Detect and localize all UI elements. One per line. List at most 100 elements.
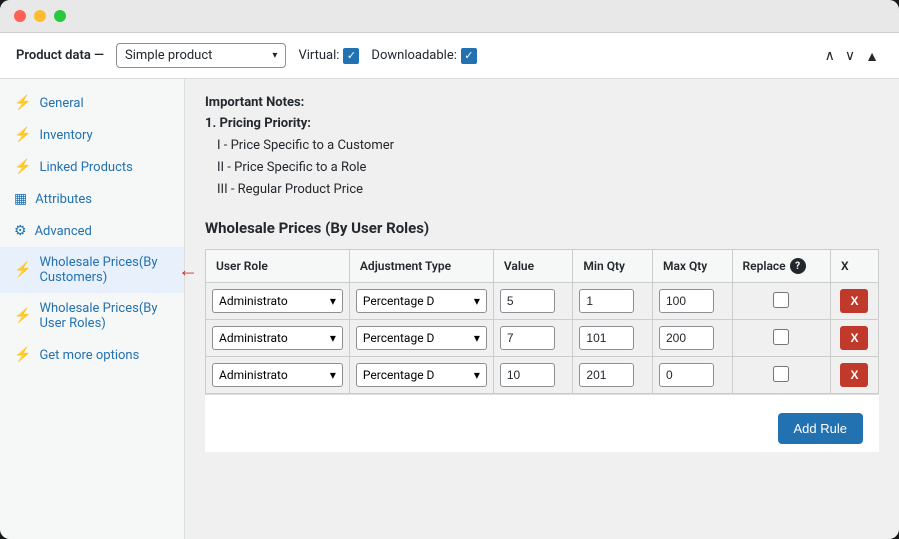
sidebar-item-linked-products-label: Linked Products: [39, 160, 132, 175]
get-more-icon: ⚡: [14, 347, 31, 363]
row2-min-qty-cell: [573, 320, 653, 357]
pricing-item-1: I - Price Specific to a Customer: [205, 135, 879, 157]
add-rule-button[interactable]: Add Rule: [778, 413, 863, 444]
pricing-title: 1. Pricing Priority:: [205, 116, 311, 131]
downloadable-label: Downloadable:: [371, 48, 456, 63]
minimize-button[interactable]: [34, 10, 46, 22]
row1-adjustment-cell: Percentage D ▾: [349, 283, 493, 320]
row1-max-qty-input[interactable]: [659, 289, 714, 313]
row1-replace-cell: [732, 283, 830, 320]
row2-delete-button[interactable]: X: [840, 326, 868, 350]
row2-user-role-value: Administrato: [219, 331, 288, 345]
row3-user-role-value: Administrato: [219, 368, 288, 382]
row2-delete-cell: X: [830, 320, 878, 357]
maximize-button[interactable]: [54, 10, 66, 22]
row2-user-role-cell: Administrato ▾: [206, 320, 350, 357]
col-delete: X: [830, 250, 878, 283]
wholesale-roles-icon: ⚡: [14, 308, 31, 324]
row3-delete-button[interactable]: X: [840, 363, 868, 387]
row3-min-qty-input[interactable]: [579, 363, 634, 387]
table-row: Administrato ▾ Percentage D ▾: [206, 320, 879, 357]
row3-delete-cell: X: [830, 357, 878, 394]
row1-adjustment-select[interactable]: Percentage D ▾: [356, 289, 487, 313]
row2-max-qty-input[interactable]: [659, 326, 714, 350]
row1-value-input[interactable]: [500, 289, 555, 313]
row2-value-cell: [493, 320, 573, 357]
row2-adjustment-value: Percentage D: [363, 331, 435, 345]
table-row: Administrato ▾ Percentage D ▾: [206, 283, 879, 320]
close-button[interactable]: [14, 10, 26, 22]
row1-delete-cell: X: [830, 283, 878, 320]
sidebar-item-advanced[interactable]: ⚙ Advanced: [0, 215, 184, 247]
row1-user-role-cell: Administrato ▾: [206, 283, 350, 320]
sidebar-item-get-more-label: Get more options: [39, 348, 139, 363]
row2-value-input[interactable]: [500, 326, 555, 350]
nav-arrows: ∧ ∨ ▲: [821, 45, 883, 66]
row2-adjustment-chevron: ▾: [474, 331, 480, 345]
sidebar-item-general-label: General: [39, 96, 83, 111]
row3-adjustment-select[interactable]: Percentage D ▾: [356, 363, 487, 387]
table-row: Administrato ▾ Percentage D ▾: [206, 357, 879, 394]
row2-min-qty-input[interactable]: [579, 326, 634, 350]
sidebar-item-general[interactable]: ⚡ General: [0, 87, 184, 119]
content-area: Important Notes: 1. Pricing Priority: I …: [185, 79, 899, 539]
product-data-bar: Product data — Simple product ▾ Virtual:…: [0, 33, 899, 79]
nav-down-button[interactable]: ∨: [841, 45, 859, 66]
pricing-priority-title: 1. Pricing Priority:: [205, 116, 879, 131]
row1-user-role-value: Administrato: [219, 294, 288, 308]
row1-delete-button[interactable]: X: [840, 289, 868, 313]
title-bar: [0, 0, 899, 33]
nav-collapse-button[interactable]: ▲: [861, 46, 883, 66]
row1-user-role-chevron: ▾: [330, 294, 336, 308]
product-type-value: Simple product: [125, 48, 212, 63]
downloadable-checkbox[interactable]: ✓: [461, 48, 477, 64]
sidebar-item-linked-products[interactable]: ⚡ Linked Products: [0, 151, 184, 183]
row3-replace-cell: [732, 357, 830, 394]
virtual-checkbox[interactable]: ✓: [343, 48, 359, 64]
sidebar: ⚡ General ⚡ Inventory ⚡ Linked Products …: [0, 79, 185, 539]
product-data-label: Product data —: [16, 48, 104, 63]
row3-user-role-cell: Administrato ▾: [206, 357, 350, 394]
sidebar-item-inventory[interactable]: ⚡ Inventory: [0, 119, 184, 151]
row1-replace-checkbox[interactable]: [773, 292, 789, 308]
inventory-icon: ⚡: [14, 127, 31, 143]
prices-table: User Role Adjustment Type Value Min Qty: [205, 249, 879, 394]
row2-max-qty-cell: [652, 320, 732, 357]
row2-replace-cell: [732, 320, 830, 357]
row2-adjustment-cell: Percentage D ▾: [349, 320, 493, 357]
col-max-qty: Max Qty: [652, 250, 732, 283]
row1-min-qty-input[interactable]: [579, 289, 634, 313]
nav-up-button[interactable]: ∧: [821, 45, 839, 66]
sidebar-item-attributes[interactable]: ▦ Attributes: [0, 183, 184, 215]
notes-title: Important Notes:: [205, 95, 879, 110]
sidebar-item-wholesale-customers[interactable]: ⚡ Wholesale Prices(By Customers) ←: [0, 247, 184, 293]
row3-replace-checkbox[interactable]: [773, 366, 789, 382]
col-adjustment-type: Adjustment Type: [349, 250, 493, 283]
attributes-icon: ▦: [14, 191, 27, 207]
row2-replace-checkbox[interactable]: [773, 329, 789, 345]
row1-max-qty-cell: [652, 283, 732, 320]
row1-adjustment-chevron: ▾: [474, 294, 480, 308]
chevron-down-icon: ▾: [272, 50, 277, 61]
row1-value-cell: [493, 283, 573, 320]
row1-user-role-select[interactable]: Administrato ▾: [212, 289, 343, 313]
row3-max-qty-input[interactable]: [659, 363, 714, 387]
bottom-bar: Add Rule: [205, 394, 879, 452]
downloadable-checkbox-group: Downloadable: ✓: [371, 48, 476, 64]
row1-adjustment-value: Percentage D: [363, 294, 435, 308]
sidebar-item-wholesale-customers-label: Wholesale Prices(By Customers): [39, 255, 170, 285]
product-type-select[interactable]: Simple product ▾: [116, 43, 286, 68]
row2-user-role-select[interactable]: Administrato ▾: [212, 326, 343, 350]
row3-adjustment-cell: Percentage D ▾: [349, 357, 493, 394]
col-value: Value: [493, 250, 573, 283]
replace-help-icon[interactable]: ?: [790, 258, 806, 274]
row1-min-qty-cell: [573, 283, 653, 320]
row3-value-input[interactable]: [500, 363, 555, 387]
linked-products-icon: ⚡: [14, 159, 31, 175]
sidebar-item-wholesale-roles[interactable]: ⚡ Wholesale Prices(By User Roles): [0, 293, 184, 339]
important-notes: Important Notes: 1. Pricing Priority: I …: [205, 95, 879, 201]
sidebar-item-get-more[interactable]: ⚡ Get more options: [0, 339, 184, 371]
row2-adjustment-select[interactable]: Percentage D ▾: [356, 326, 487, 350]
main-window: Product data — Simple product ▾ Virtual:…: [0, 0, 899, 539]
row3-user-role-select[interactable]: Administrato ▾: [212, 363, 343, 387]
